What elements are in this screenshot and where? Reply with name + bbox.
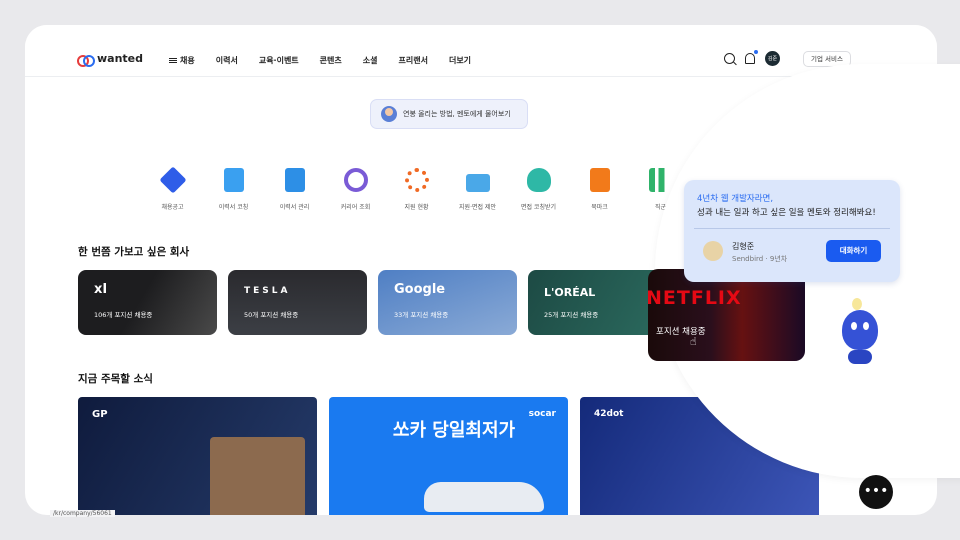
category-item[interactable]: 지원 현황 bbox=[386, 168, 447, 211]
nav-item-more[interactable]: 더보기 bbox=[449, 55, 471, 66]
company-logo: TESLA bbox=[244, 286, 291, 296]
status-url: /kr/company/56061 bbox=[50, 510, 115, 517]
mentor-avatar bbox=[703, 241, 723, 261]
mentor-banner[interactable]: 연봉 올리는 방법, 멘토에게 물어보기 bbox=[370, 99, 528, 129]
mascot-illustration bbox=[838, 298, 884, 368]
category-item[interactable]: 커리어 조회 bbox=[325, 168, 386, 211]
company-card-tesla[interactable]: TESLA 50개 포지션 채용중 bbox=[228, 270, 367, 335]
category-item[interactable]: 이력서 관리 bbox=[264, 168, 325, 211]
logo-mark-icon bbox=[77, 54, 95, 67]
job-chart-icon bbox=[648, 168, 673, 192]
nav-label: 채용 bbox=[180, 56, 195, 65]
nav-item-freelancer[interactable]: 프리랜서 bbox=[399, 55, 428, 66]
notification-bell-icon[interactable] bbox=[745, 50, 758, 64]
news-brand: GP bbox=[92, 409, 108, 420]
resume-coaching-icon bbox=[223, 168, 244, 192]
main-nav: 채용 이력서 교육·이벤트 콘텐츠 소셜 프리랜서 더보기 bbox=[169, 55, 471, 66]
career-target-icon bbox=[343, 168, 368, 192]
resume-manage-icon bbox=[284, 168, 305, 192]
category-label: 지원·면접 제안 bbox=[459, 204, 496, 211]
nav-item-education[interactable]: 교육·이벤트 bbox=[259, 55, 299, 66]
banner-text: 연봉 올리는 방법, 멘토에게 물어보기 bbox=[403, 110, 511, 118]
position-count: 50개 포지션 채용중 bbox=[244, 311, 299, 319]
wanted-logo[interactable]: wanted bbox=[77, 52, 144, 67]
mascot-eye bbox=[851, 322, 857, 330]
category-label: 이력서 관리 bbox=[279, 204, 310, 211]
nav-item-content[interactable]: 콘텐츠 bbox=[320, 55, 342, 66]
avatar[interactable]: 김준 bbox=[765, 51, 780, 66]
menu-icon bbox=[169, 58, 177, 63]
company-card-xai[interactable]: xI 106개 포지션 채용중 bbox=[78, 270, 217, 335]
company-logo: Google bbox=[394, 282, 446, 297]
category-item[interactable]: 북마크 bbox=[569, 168, 630, 211]
company-carousel: xI 106개 포지션 채용중 TESLA 50개 포지션 채용중 Google… bbox=[78, 270, 667, 335]
news-photo bbox=[210, 437, 305, 515]
nav-item-resume[interactable]: 이력서 bbox=[216, 55, 238, 66]
mentor-tooltip: 4년차 웹 개발자라면, 성과 내는 일과 하고 싶은 일을 멘토와 정리해봐요… bbox=[684, 180, 900, 282]
mentor-company: Sendbird · 9년차 bbox=[732, 255, 788, 263]
chat-button[interactable]: 대화하기 bbox=[826, 240, 881, 262]
company-logo: L'ORÉAL bbox=[544, 286, 596, 299]
tooltip-body: 성과 내는 일과 하고 싶은 일을 멘토와 정리해봐요! bbox=[697, 208, 876, 218]
position-count: 33개 포지션 채용중 bbox=[394, 311, 449, 319]
category-label: 커리어 조회 bbox=[340, 204, 371, 211]
news-headline: 쏘카 당일최저가 bbox=[392, 420, 516, 441]
category-item[interactable]: 지원·면접 제안 bbox=[447, 168, 508, 211]
application-status-icon bbox=[404, 168, 429, 192]
chat-bubble-icon[interactable]: ••• bbox=[859, 475, 893, 509]
position-count: 25개 포지션 채용중 bbox=[544, 311, 599, 319]
category-label: 지원 현황 bbox=[404, 204, 429, 211]
news-card-socar[interactable]: socar 쏘카 당일최저가 bbox=[329, 397, 568, 515]
category-item[interactable]: 채용공고 bbox=[142, 166, 203, 211]
company-card-netflix[interactable]: NETFLIX 포지션 채용중 ☝ bbox=[648, 269, 805, 361]
news-carousel: GP socar 쏘카 당일최저가 42dot bbox=[78, 397, 819, 515]
logo-text: wanted bbox=[97, 52, 144, 65]
category-label: 이력서 코칭 bbox=[218, 204, 249, 211]
company-logo: xI bbox=[94, 282, 108, 297]
category-item[interactable]: 면접 코칭받기 bbox=[508, 168, 569, 211]
divider bbox=[694, 228, 890, 229]
lightbulb-icon bbox=[852, 298, 862, 310]
offer-mail-icon bbox=[465, 174, 490, 192]
news-brand: 42dot bbox=[594, 409, 624, 419]
company-card-loreal[interactable]: L'ORÉAL 25개 포지션 채용중 bbox=[528, 270, 667, 335]
category-label: 면접 코칭받기 bbox=[520, 204, 557, 211]
job-posting-icon bbox=[158, 166, 187, 194]
category-label: 채용공고 bbox=[161, 204, 184, 211]
mascot-eye bbox=[863, 322, 869, 330]
mascot-feet bbox=[848, 350, 872, 364]
category-label: 북마크 bbox=[591, 204, 608, 211]
cursor-hand-icon: ☝ bbox=[690, 335, 697, 348]
mentor-name: 김형준 bbox=[732, 242, 755, 251]
interview-coach-icon bbox=[526, 168, 551, 192]
position-count: 106개 포지션 채용중 bbox=[94, 311, 153, 319]
bookmark-icon bbox=[589, 168, 610, 192]
news-section-title: 지금 주목할 소식 bbox=[78, 373, 153, 385]
nav-item-social[interactable]: 소셜 bbox=[363, 55, 378, 66]
search-icon[interactable] bbox=[724, 53, 735, 64]
position-count: 포지션 채용중 bbox=[656, 327, 706, 337]
companies-section-title: 한 번쯤 가보고 싶은 회사 bbox=[78, 246, 190, 258]
mascot-body bbox=[842, 310, 878, 350]
news-brand: socar bbox=[528, 409, 556, 419]
car-image bbox=[424, 482, 544, 512]
category-shortcuts: 채용공고 이력서 코칭 이력서 관리 커리어 조회 지원 현황 지원·면접 제안… bbox=[142, 166, 691, 211]
top-navigation: wanted 채용 이력서 교육·이벤트 콘텐츠 소셜 프리랜서 더보기 김준 … bbox=[25, 25, 937, 77]
category-item[interactable]: 이력서 코칭 bbox=[203, 168, 264, 211]
mentor-avatar-icon bbox=[381, 106, 397, 122]
tooltip-title: 4년차 웹 개발자라면, bbox=[697, 194, 774, 204]
nav-item-jobs[interactable]: 채용 bbox=[169, 55, 195, 66]
news-card-gp[interactable]: GP bbox=[78, 397, 317, 515]
company-card-google[interactable]: Google 33개 포지션 채용중 bbox=[378, 270, 517, 335]
company-logo: NETFLIX bbox=[648, 287, 742, 309]
